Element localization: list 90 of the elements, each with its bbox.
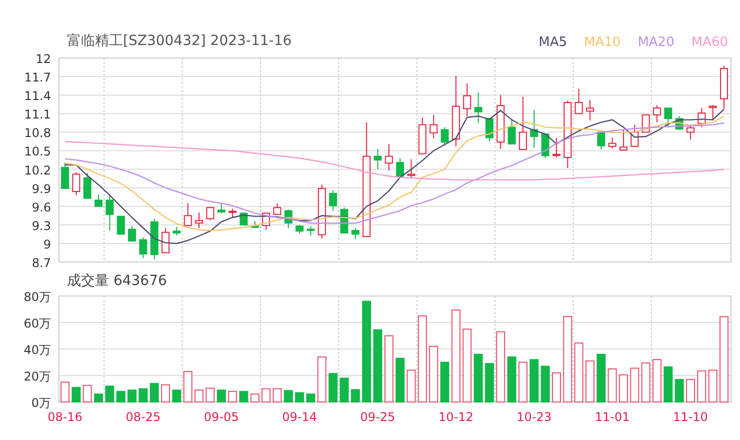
candlestick (374, 148, 382, 170)
candlestick (518, 96, 527, 150)
axis-label: 8.7 (32, 256, 51, 268)
candlestick (407, 158, 416, 178)
candlestick (530, 109, 538, 148)
candlestick (396, 158, 404, 177)
axis-label: 9 (43, 237, 51, 252)
candlestick (474, 92, 482, 124)
axis-label: 08-16 (48, 410, 82, 424)
axis-label: 11.7 (24, 70, 51, 85)
candlestick (94, 194, 102, 207)
candlestick (541, 134, 550, 159)
axis-label: 9.6 (32, 200, 51, 214)
candlestick (664, 108, 672, 128)
candlestick (240, 212, 248, 226)
axis-label: 12 (36, 52, 51, 66)
legend-label: MA5 (538, 35, 568, 50)
axis-label: 10.8 (24, 126, 51, 140)
axis-label: 11.4 (24, 89, 51, 104)
candlestick (418, 116, 426, 154)
candlestick (652, 105, 661, 123)
axis-label: 40万 (24, 343, 51, 357)
candlestick (496, 94, 505, 150)
candlestick (217, 202, 226, 214)
candlestick (296, 224, 304, 234)
axis-label: 9.3 (32, 218, 51, 233)
candlestick (61, 162, 69, 189)
candlestick (284, 208, 292, 228)
candlestick (564, 100, 572, 169)
axis-label: 10.5 (24, 144, 51, 159)
candlestick (630, 124, 639, 147)
candlestick (440, 126, 449, 146)
candlestick (139, 236, 148, 259)
candlestick (686, 124, 694, 140)
candlestick (306, 226, 315, 236)
candlestick (485, 118, 494, 142)
candlestick (384, 143, 393, 171)
candlestick (206, 206, 214, 220)
candlestick (106, 194, 114, 231)
candlestick (430, 114, 438, 139)
candlestick (116, 216, 125, 235)
candlestick (228, 208, 237, 218)
chart-title: 富临精工[SZ300432] 2023-11-16 (67, 32, 292, 50)
candlestick (128, 226, 136, 242)
candlestick (508, 118, 516, 144)
candlestick (162, 228, 170, 254)
candlestick (552, 137, 560, 158)
volume-title: 成交量 643676 (67, 272, 167, 290)
candlestick (184, 202, 192, 226)
axis-label: 0万 (31, 396, 51, 410)
axis-label: 10-12 (438, 410, 474, 424)
legend-label: MA20 (638, 35, 674, 50)
candlestick (318, 184, 326, 239)
candlestick (574, 88, 583, 114)
axis-label: 60万 (24, 316, 51, 330)
axis-label: 20万 (24, 370, 51, 384)
candlestick (463, 82, 472, 117)
candlestick (72, 172, 80, 196)
axis-label: 10.2 (24, 163, 51, 178)
axis-label: 08-25 (126, 410, 161, 424)
legend-label: MA60 (691, 35, 728, 50)
candlestick (452, 75, 460, 147)
candlestick (250, 220, 259, 228)
candlestick (195, 212, 204, 228)
candlestick (340, 207, 348, 234)
axis-label: 11.1 (24, 108, 51, 122)
candlestick (708, 104, 717, 120)
candlestick (698, 108, 706, 128)
axis-label: 80万 (24, 290, 51, 304)
candlestick (329, 190, 338, 212)
axis-label: 09-14 (282, 410, 317, 424)
candlestick (642, 114, 650, 133)
candlestick (273, 202, 282, 216)
legend-label: MA10 (584, 35, 621, 50)
axis-label: 11-10 (673, 410, 708, 424)
axis-label: 10-23 (516, 410, 552, 424)
candlestick (83, 172, 92, 200)
axis-label: 09-05 (204, 410, 239, 424)
candlestick (150, 218, 158, 260)
axis-label: 09-25 (360, 410, 396, 424)
candlestick (586, 100, 594, 121)
candlestick (720, 66, 728, 110)
candlestick (608, 137, 616, 149)
candlestick (262, 212, 270, 230)
candlestick (619, 129, 628, 151)
candlestick (351, 228, 360, 240)
axis-label: 9.9 (32, 182, 51, 196)
candlestick (597, 132, 606, 150)
candlestick (172, 226, 181, 236)
axis-label: 11-01 (594, 410, 630, 424)
